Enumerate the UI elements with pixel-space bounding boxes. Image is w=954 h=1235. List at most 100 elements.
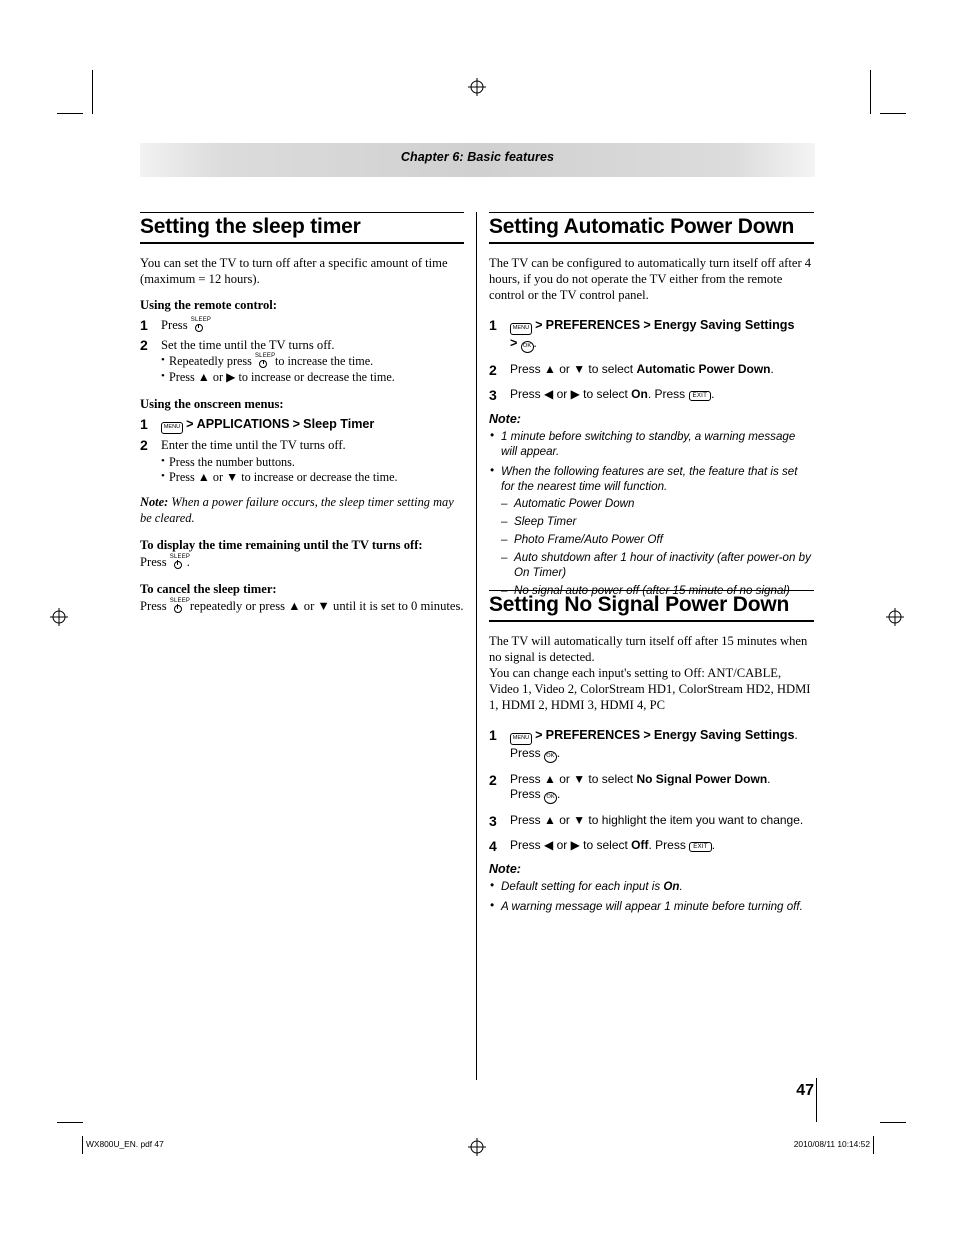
option-off: Off — [631, 837, 649, 852]
note-bold-value: On — [663, 880, 680, 894]
exit-key-icon: EXIT — [688, 390, 712, 401]
step-text: Press ▲ or ▼ to select — [510, 771, 634, 786]
manual-page: { "header": { "chapter": "Chapter 6: Bas… — [0, 0, 954, 1235]
bullet-item: Press ▲ or ▶ to increase or decrease the… — [161, 369, 464, 386]
step-menu-1: 1 MENU > APPLICATIONS > Sleep Timer — [140, 416, 464, 435]
bullet-item: Press ▲ or ▼ to increase or decrease the… — [161, 469, 464, 486]
step-number: 1 — [140, 416, 148, 433]
path-separator: > — [643, 727, 651, 742]
sleep-timer-intro: You can set the TV to turn off after a s… — [140, 256, 448, 287]
feature-item: Automatic Power Down — [501, 496, 814, 511]
press-label: Press — [510, 745, 541, 760]
sleep-key-icon: SLEEP — [191, 317, 211, 333]
right-column-top: Setting Automatic Power Down The TV can … — [489, 212, 814, 603]
automatic-power-down-intro: The TV can be configured to automaticall… — [489, 256, 812, 303]
step-number: 2 — [489, 362, 497, 379]
press-label: Press — [510, 787, 541, 802]
heading-setting-sleep-timer: Setting the sleep timer — [140, 212, 464, 245]
footer-file-info: WX800U_EN. pdf 47 — [86, 1139, 164, 1149]
crop-mark-right-upper — [880, 113, 906, 114]
left-column: Setting the sleep timer You can set the … — [140, 212, 464, 625]
ok-key-icon: OK — [543, 750, 557, 763]
step-number: 3 — [489, 813, 497, 830]
nspd-note-heading: Note: — [489, 862, 521, 877]
apd-step-3: 3 Press ◀ or ▶ to select On. Press EXIT. — [489, 386, 715, 403]
step-remote-2: 2 Set the time until the TV turns off. R… — [140, 337, 464, 386]
step-number: 4 — [489, 837, 497, 854]
menu-key-icon: MENU — [510, 732, 532, 745]
step-remote-2-bullets: Repeatedly press SLEEP to increase the t… — [161, 353, 464, 386]
no-signal-intro-1: The TV will automatically turn itself of… — [489, 634, 808, 665]
note-item: Default setting for each input is On. — [489, 878, 814, 894]
menu-path-energy-saving: Energy Saving Settings — [653, 727, 795, 742]
option-no-signal-power-down: No Signal Power Down — [636, 771, 768, 786]
path-separator: > — [643, 318, 651, 333]
menu-path-preferences: PREFERENCES — [545, 318, 641, 333]
option-on: On — [631, 386, 648, 401]
crop-mark-left-upper — [57, 113, 83, 114]
path-separator: > — [510, 336, 518, 351]
menu-path-sleep-timer: Sleep Timer — [303, 417, 375, 432]
menu-key-icon: MENU — [161, 422, 183, 435]
nspd-note-list: Default setting for each input is On. A … — [489, 878, 814, 914]
nspd-step-1: 1 MENU > PREFERENCES > Energy Saving Set… — [489, 727, 814, 763]
note-item: When the following features are set, the… — [489, 463, 814, 599]
note-label: Note: — [140, 494, 169, 509]
crop-mark-left-lower — [57, 1122, 83, 1123]
step-number: 1 — [140, 317, 148, 334]
menu-path-applications: APPLICATIONS — [196, 417, 290, 432]
bullet-item: Repeatedly press SLEEP to increase the t… — [161, 353, 464, 370]
crop-mark-top-right — [870, 70, 871, 114]
column-divider — [476, 212, 477, 1080]
ok-key-icon: OK — [520, 341, 534, 354]
exit-key-icon: EXIT — [689, 841, 712, 852]
step-text: Press — [161, 318, 188, 333]
step-text: Press ▲ or ▼ to highlight the item you w… — [510, 813, 804, 828]
nspd-step-3: 3 Press ▲ or ▼ to highlight the item you… — [489, 813, 814, 829]
apd-step-1: 1 MENU > PREFERENCES > Energy Saving Set… — [489, 317, 814, 354]
sleep-key-icon: SLEEP — [255, 353, 275, 368]
step-number: 2 — [140, 437, 148, 454]
step-text: Set the time until the TV turns off. — [161, 337, 335, 352]
path-separator: > — [535, 318, 543, 333]
sleep-key-icon: SLEEP — [170, 598, 190, 613]
nspd-step-4: 4 Press ◀ or ▶ to select Off. Press EXIT… — [489, 837, 716, 854]
bullet-item: Press the number buttons. — [161, 454, 464, 471]
page-number-rule — [816, 1078, 817, 1122]
apd-note-heading: Note: — [489, 411, 521, 426]
chapter-header-title: Chapter 6: Basic features — [400, 150, 555, 164]
nspd-step-2: 2 Press ▲ or ▼ to select No Signal Power… — [489, 772, 814, 805]
path-separator: > — [186, 417, 194, 432]
footer-rule-right — [873, 1136, 874, 1154]
registration-mark-left — [50, 608, 68, 626]
step-menu-2: 2 Enter the time until the TV turns off.… — [140, 437, 464, 486]
no-signal-intro-2: You can change each input's setting to O… — [489, 666, 811, 713]
cancel-sleep-timer-text: Press SLEEP repeatedly or press ▲ or ▼ u… — [140, 597, 464, 613]
ok-key-icon: OK — [544, 792, 558, 805]
note-item: A warning message will appear 1 minute b… — [489, 898, 814, 914]
subhead-using-remote: Using the remote control: — [140, 298, 277, 313]
note-item: 1 minute before switching to standby, a … — [489, 428, 814, 459]
footer-rule-left — [82, 1136, 83, 1154]
step-text: Enter the time until the TV turns off. — [161, 438, 346, 453]
menu-path-energy-saving: Energy Saving Settings — [653, 318, 795, 333]
step-text: Press ◀ or ▶ to select — [510, 386, 628, 401]
heading-setting-automatic-power-down: Setting Automatic Power Down — [489, 212, 814, 245]
menu-path-preferences: PREFERENCES — [545, 727, 641, 742]
display-time-remaining-text: Press SLEEP. — [140, 553, 191, 569]
subhead-using-onscreen: Using the onscreen menus: — [140, 397, 284, 412]
path-separator: > — [535, 727, 543, 742]
crop-mark-right-lower — [880, 1122, 906, 1123]
right-column-bottom: Setting No Signal Power Down The TV will… — [489, 590, 814, 920]
feature-item: Auto shutdown after 1 hour of inactivity… — [501, 550, 814, 580]
step-text: Press ◀ or ▶ to select — [510, 837, 628, 852]
menu-key-icon: MENU — [510, 323, 532, 336]
page-number: 47 — [796, 1082, 814, 1099]
option-automatic-power-down: Automatic Power Down — [636, 362, 771, 377]
subhead-cancel-sleep-timer: To cancel the sleep timer: — [140, 581, 277, 596]
apd-note-list: 1 minute before switching to standby, a … — [489, 428, 814, 599]
step-number: 3 — [489, 386, 497, 403]
crop-mark-top-left — [92, 70, 93, 114]
step-remote-1: 1 Press SLEEP — [140, 317, 464, 333]
apd-step-2: 2 Press ▲ or ▼ to select Automatic Power… — [489, 362, 774, 379]
